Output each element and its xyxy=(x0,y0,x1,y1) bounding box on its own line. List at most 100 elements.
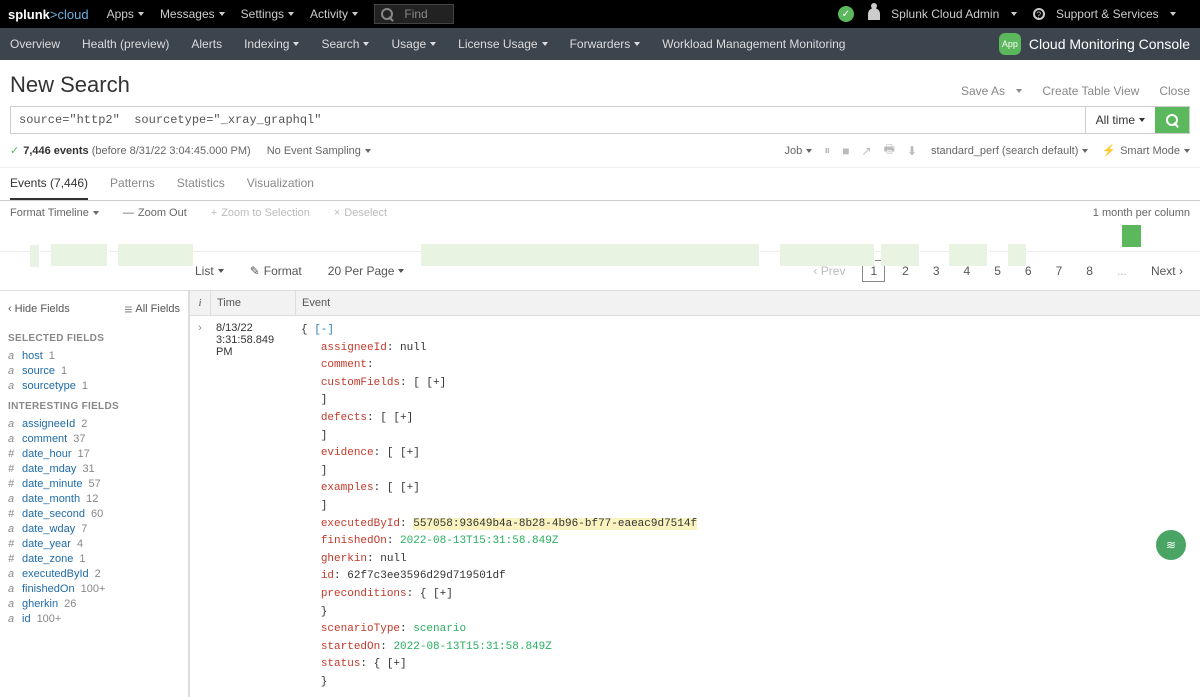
field-finishedOn[interactable]: afinishedOn100+ xyxy=(8,581,180,596)
field-date_zone[interactable]: #date_zone1 xyxy=(8,551,180,566)
nav-search[interactable]: Search xyxy=(321,37,369,51)
field-type: # xyxy=(8,478,18,490)
menu-apps[interactable]: Apps xyxy=(107,7,144,21)
nav-health[interactable]: Health (preview) xyxy=(82,37,169,51)
global-search[interactable]: Find xyxy=(374,4,454,24)
zoom-to-selection-button: + Zoom to Selection xyxy=(211,207,310,219)
pagination-next[interactable]: Next › xyxy=(1144,261,1190,281)
share-icon[interactable]: ↗ xyxy=(862,144,872,158)
events-table: i Time Event › 8/13/22 3:31:58.849 PM { … xyxy=(190,291,1200,697)
field-type: a xyxy=(8,613,18,625)
field-count: 60 xyxy=(91,508,103,520)
hide-fields-button[interactable]: ‹ Hide Fields xyxy=(8,301,70,317)
nav-indexing[interactable]: Indexing xyxy=(244,37,299,51)
caret-icon xyxy=(293,42,299,46)
search-input[interactable] xyxy=(11,107,1085,133)
time-picker[interactable]: All time xyxy=(1085,107,1155,133)
field-type: a xyxy=(8,583,18,595)
row-event[interactable]: { [-] assigneeId: null comment: customFi… xyxy=(295,316,1200,697)
page-8[interactable]: 8 xyxy=(1079,261,1100,281)
timeline-scale: 1 month per column xyxy=(1093,207,1190,219)
assistant-fab[interactable]: ≋ xyxy=(1156,530,1186,560)
nav-alerts[interactable]: Alerts xyxy=(191,37,222,51)
field-date_hour[interactable]: #date_hour17 xyxy=(8,446,180,461)
caret-icon xyxy=(1082,149,1088,153)
field-id[interactable]: aid100+ xyxy=(8,611,180,626)
caret-icon xyxy=(138,12,144,16)
tab-visualization[interactable]: Visualization xyxy=(247,168,314,200)
menu-messages[interactable]: Messages xyxy=(160,7,225,21)
field-count: 26 xyxy=(64,598,76,610)
caret-icon xyxy=(93,211,99,215)
nav-overview[interactable]: Overview xyxy=(10,37,60,51)
field-executedById[interactable]: aexecutedById2 xyxy=(8,566,180,581)
field-count: 17 xyxy=(78,448,90,460)
timeline[interactable] xyxy=(0,225,1200,251)
expand-row-icon[interactable]: › xyxy=(190,316,210,697)
field-date_second[interactable]: #date_second60 xyxy=(8,506,180,521)
field-date_month[interactable]: adate_month12 xyxy=(8,491,180,506)
support-menu[interactable]: ? Support & Services xyxy=(1033,7,1176,21)
tab-statistics[interactable]: Statistics xyxy=(177,168,225,200)
nav-forwarders[interactable]: Forwarders xyxy=(570,37,641,51)
col-time[interactable]: Time xyxy=(210,291,295,315)
zoom-out-button[interactable]: — Zoom Out xyxy=(123,207,187,219)
field-name: date_minute xyxy=(22,478,83,490)
pause-icon[interactable]: ⏸ xyxy=(824,143,830,158)
search-mode-picker[interactable]: standard_perf (search default) xyxy=(931,145,1088,157)
create-table-button[interactable]: Create Table View xyxy=(1042,84,1139,98)
nav-usage[interactable]: Usage xyxy=(391,37,436,51)
nav-workload[interactable]: Workload Management Monitoring xyxy=(662,37,845,51)
tab-events[interactable]: Events (7,446) xyxy=(10,168,88,200)
job-menu[interactable]: Job xyxy=(785,145,813,157)
collapse-link[interactable]: [-] xyxy=(314,324,334,336)
smart-mode[interactable]: ⚡Smart Mode xyxy=(1102,144,1190,157)
format-button[interactable]: ✎ Format xyxy=(250,264,302,278)
app-navbar: Overview Health (preview) Alerts Indexin… xyxy=(0,28,1200,60)
caret-icon xyxy=(363,42,369,46)
field-sourcetype[interactable]: asourcetype1 xyxy=(8,378,180,393)
field-source[interactable]: asource1 xyxy=(8,363,180,378)
menu-activity[interactable]: Activity xyxy=(310,7,358,21)
page-3[interactable]: 3 xyxy=(926,261,947,281)
field-count: 1 xyxy=(79,553,85,565)
global-topbar: splunk>cloud Apps Messages Settings Acti… xyxy=(0,0,1200,28)
page-5[interactable]: 5 xyxy=(987,261,1008,281)
field-name: finishedOn xyxy=(22,583,75,595)
user-menu[interactable]: Splunk Cloud Admin xyxy=(868,7,1017,21)
all-fields-button[interactable]: All Fields xyxy=(124,301,180,317)
field-type: # xyxy=(8,553,18,565)
field-date_wday[interactable]: adate_wday7 xyxy=(8,521,180,536)
export-icon[interactable]: ⬇ xyxy=(907,144,917,158)
search-icon xyxy=(381,8,393,20)
print-icon[interactable]: 🖶 xyxy=(884,140,895,161)
event-sampling[interactable]: No Event Sampling xyxy=(267,145,371,157)
logo[interactable]: splunk>cloud xyxy=(8,7,89,22)
nav-license[interactable]: License Usage xyxy=(458,37,547,51)
health-status-icon[interactable]: ✓ xyxy=(838,6,854,22)
field-type: a xyxy=(8,598,18,610)
tab-patterns[interactable]: Patterns xyxy=(110,168,155,200)
field-host[interactable]: ahost1 xyxy=(8,348,180,363)
per-page[interactable]: 20 Per Page xyxy=(328,264,405,278)
field-assigneeId[interactable]: aassigneeId2 xyxy=(8,416,180,431)
list-view[interactable]: List xyxy=(195,264,224,278)
app-brand[interactable]: Cloud Monitoring Console xyxy=(1029,36,1190,52)
field-gherkin[interactable]: agherkin26 xyxy=(8,596,180,611)
field-date_minute[interactable]: #date_minute57 xyxy=(8,476,180,491)
field-date_mday[interactable]: #date_mday31 xyxy=(8,461,180,476)
list-icon xyxy=(124,301,132,317)
close-button[interactable]: Close xyxy=(1159,84,1190,98)
search-button[interactable] xyxy=(1155,107,1189,133)
field-name: executedById xyxy=(22,568,89,580)
menu-settings[interactable]: Settings xyxy=(241,7,294,21)
field-date_year[interactable]: #date_year4 xyxy=(8,536,180,551)
stop-icon[interactable]: ■ xyxy=(842,144,849,158)
caret-icon xyxy=(398,269,404,273)
search-bar: All time xyxy=(10,106,1190,134)
caret-icon xyxy=(542,42,548,46)
page-7[interactable]: 7 xyxy=(1049,261,1070,281)
format-timeline[interactable]: Format Timeline xyxy=(10,207,99,219)
field-comment[interactable]: acomment37 xyxy=(8,431,180,446)
save-as-button[interactable]: Save As xyxy=(961,84,1022,98)
